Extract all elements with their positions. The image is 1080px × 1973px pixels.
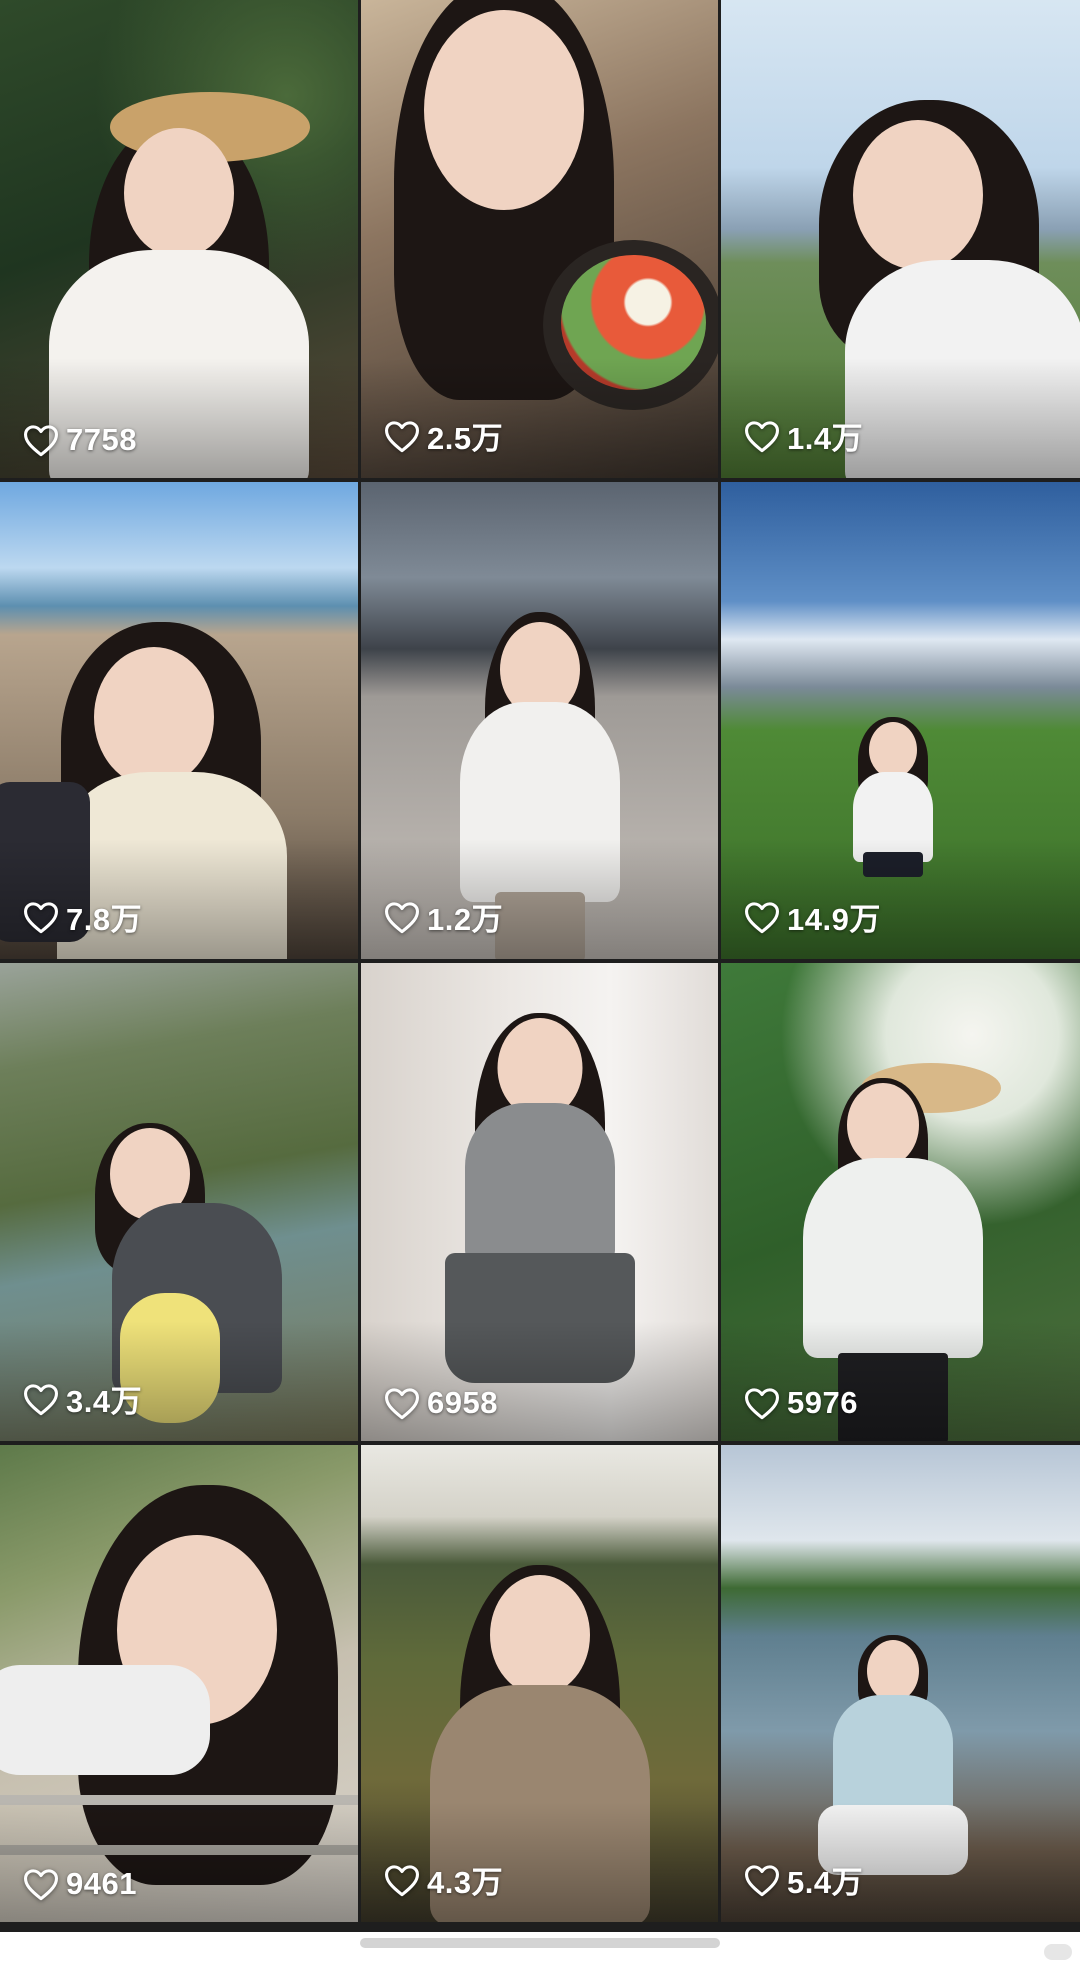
post-tile-9[interactable]: 5976 <box>721 963 1080 1441</box>
like-count-text: 1.2万 <box>427 902 504 937</box>
like-count: 5.4万 <box>743 1857 863 1902</box>
post-tile-2[interactable]: 2.5万 <box>361 0 718 478</box>
post-tile-6[interactable]: 14.9万 <box>721 482 1080 959</box>
post-tile-3[interactable]: 1.4万 <box>721 0 1080 478</box>
heart-outline-icon <box>745 901 779 933</box>
like-count-text: 4.3万 <box>427 1865 504 1900</box>
like-count: 7.8万 <box>22 894 142 939</box>
heart-outline-icon <box>24 1869 58 1901</box>
like-count-text: 1.4万 <box>787 421 864 456</box>
heart-outline-icon <box>745 1388 779 1420</box>
like-count-text: 7.8万 <box>66 902 143 937</box>
like-count: 14.9万 <box>743 894 881 939</box>
like-count-text: 3.4万 <box>66 1384 143 1419</box>
heart-outline-icon <box>24 901 58 933</box>
corner-badge <box>1044 1944 1072 1960</box>
like-count: 6958 <box>383 1385 498 1421</box>
heart-outline-icon <box>384 901 419 933</box>
like-count: 7758 <box>22 422 137 458</box>
heart-outline-icon <box>384 1388 419 1420</box>
like-count-text: 7758 <box>66 422 137 457</box>
heart-outline-icon <box>745 420 779 452</box>
photo-feed-grid: 7758 2.5万 1.4万 7.8万 1.2万 14.9万 3.4万 6958… <box>0 0 1080 1932</box>
home-indicator[interactable] <box>360 1938 720 1948</box>
post-tile-12[interactable]: 5.4万 <box>721 1445 1080 1922</box>
heart-outline-icon <box>745 1864 779 1896</box>
like-count-text: 6958 <box>427 1385 498 1420</box>
like-count: 5976 <box>743 1385 858 1421</box>
like-count: 9461 <box>22 1866 137 1902</box>
like-count: 2.5万 <box>383 413 503 458</box>
like-count-text: 5.4万 <box>787 1865 864 1900</box>
post-tile-4[interactable]: 7.8万 <box>0 482 358 959</box>
like-count-text: 2.5万 <box>427 421 504 456</box>
like-count-text: 5976 <box>787 1385 858 1420</box>
post-tile-7[interactable]: 3.4万 <box>0 963 358 1441</box>
like-count-text: 14.9万 <box>787 902 881 937</box>
heart-outline-icon <box>24 1383 58 1415</box>
post-tile-10[interactable]: 9461 <box>0 1445 358 1922</box>
post-tile-11[interactable]: 4.3万 <box>361 1445 718 1922</box>
post-tile-5[interactable]: 1.2万 <box>361 482 718 959</box>
like-count: 1.4万 <box>743 413 863 458</box>
like-count-text: 9461 <box>66 1866 137 1901</box>
post-tile-1[interactable]: 7758 <box>0 0 358 478</box>
heart-outline-icon <box>384 420 419 452</box>
like-count: 1.2万 <box>383 894 503 939</box>
like-count: 4.3万 <box>383 1857 503 1902</box>
heart-outline-icon <box>384 1864 419 1896</box>
post-tile-8[interactable]: 6958 <box>361 963 718 1441</box>
like-count: 3.4万 <box>22 1376 142 1421</box>
heart-outline-icon <box>24 425 58 457</box>
